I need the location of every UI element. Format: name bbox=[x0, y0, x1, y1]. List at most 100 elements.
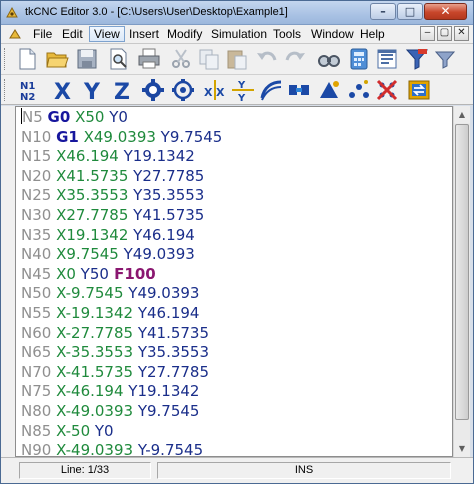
code-token: N30 bbox=[21, 206, 57, 224]
code-line[interactable]: N25 X35.3553 Y35.3553 bbox=[21, 186, 204, 205]
code-token: X50 bbox=[70, 108, 105, 126]
mirror-y-icon[interactable]: YY bbox=[231, 78, 255, 102]
code-line[interactable]: N65 X-35.3553 Y35.3553 bbox=[21, 343, 209, 362]
gear-outline-icon[interactable] bbox=[171, 78, 195, 102]
code-line[interactable]: N30 X27.7785 Y41.5735 bbox=[21, 206, 204, 225]
code-token: N40 bbox=[21, 245, 57, 264]
scroll-up-icon[interactable]: ▲ bbox=[454, 106, 470, 123]
code-token: Y19.1342 bbox=[118, 147, 195, 166]
code-token: Y49.0393 bbox=[118, 245, 195, 264]
redo-icon[interactable] bbox=[283, 47, 307, 71]
minimize-button[interactable]: – bbox=[370, 3, 396, 20]
code-line[interactable]: N20 X41.5735 Y27.7785 bbox=[21, 167, 204, 186]
app-window: tkCNC Editor 3.0 - [C:\Users\User\Deskto… bbox=[0, 0, 474, 484]
code-token: Y41.5735 bbox=[133, 323, 210, 342]
code-token: Y9.7545 bbox=[155, 127, 223, 146]
code-token: N35 bbox=[21, 225, 57, 244]
print-preview-icon[interactable] bbox=[107, 47, 131, 71]
print-icon[interactable] bbox=[137, 47, 161, 71]
filter-icon[interactable] bbox=[405, 47, 429, 71]
menu-window[interactable]: Window bbox=[307, 27, 358, 41]
code-line[interactable]: N15 X46.194 Y19.1342 bbox=[21, 147, 195, 166]
code-token: Y19.1342 bbox=[123, 382, 200, 401]
code-line[interactable]: N40 X9.7545 Y49.0393 bbox=[21, 245, 195, 264]
menu-simulation[interactable]: Simulation bbox=[207, 27, 271, 41]
code-token: Y27.7785 bbox=[128, 166, 205, 185]
code-token: X-27.7785 bbox=[56, 323, 134, 342]
copy-icon[interactable] bbox=[197, 47, 221, 71]
maximize-button[interactable]: □ bbox=[397, 3, 423, 20]
code-line[interactable]: N35 X19.1342 Y46.194 bbox=[21, 226, 195, 245]
properties-icon[interactable] bbox=[375, 47, 399, 71]
new-file-icon[interactable] bbox=[15, 47, 39, 71]
n2-label: N2 bbox=[20, 92, 35, 102]
code-line[interactable]: N80 X-49.0393 Y9.7545 bbox=[21, 402, 199, 421]
code-line[interactable]: N10 G1 X49.0393 Y9.7545 bbox=[21, 128, 222, 147]
code-line[interactable]: N85 X-50 Y0 bbox=[21, 422, 114, 441]
vertical-scrollbar[interactable]: ▲ ▼ bbox=[453, 106, 470, 457]
code-token: N55 bbox=[21, 304, 57, 322]
gear-icon[interactable] bbox=[141, 78, 165, 102]
mdi-close-button[interactable]: ✕ bbox=[454, 26, 469, 41]
scroll-thumb[interactable] bbox=[455, 124, 469, 420]
renumber-button[interactable]: N1 N2 bbox=[17, 78, 43, 102]
menu-view[interactable]: View bbox=[89, 26, 125, 42]
x-label: X bbox=[54, 80, 71, 102]
mdi-minimize-button[interactable]: – bbox=[420, 26, 435, 41]
code-line[interactable]: N90 X-49.0393 Y-9.7545 bbox=[21, 441, 203, 456]
minimize-icon: – bbox=[380, 5, 386, 18]
z-axis-button[interactable]: Z bbox=[111, 78, 135, 102]
code-token: X-49.0393 bbox=[56, 402, 134, 420]
code-token: N60 bbox=[21, 323, 57, 342]
menu-file[interactable]: File bbox=[29, 27, 56, 41]
swap-icon[interactable] bbox=[407, 78, 431, 102]
code-token: N50 bbox=[21, 284, 57, 303]
title-bar[interactable]: tkCNC Editor 3.0 - [C:\Users\User\Deskto… bbox=[1, 1, 473, 25]
code-token: N85 bbox=[21, 421, 57, 440]
arc-icon[interactable] bbox=[259, 78, 283, 102]
mdi-restore-button[interactable]: ▢ bbox=[437, 26, 452, 41]
code-line[interactable]: N60 X-27.7785 Y41.5735 bbox=[21, 324, 209, 343]
close-button[interactable]: ✕ bbox=[424, 3, 467, 20]
menu-help[interactable]: Help bbox=[356, 27, 389, 41]
open-folder-icon[interactable] bbox=[45, 47, 69, 71]
document-menu-icon[interactable] bbox=[9, 28, 22, 40]
calculator-icon[interactable] bbox=[347, 47, 371, 71]
paste-icon[interactable] bbox=[225, 47, 249, 71]
tool-path-icon[interactable] bbox=[317, 78, 341, 102]
menu-edit[interactable]: Edit bbox=[58, 27, 87, 41]
code-line[interactable]: N75 X-46.194 Y19.1342 bbox=[21, 382, 199, 401]
cut-icon[interactable] bbox=[169, 47, 193, 71]
toolbar-grip[interactable] bbox=[4, 48, 8, 70]
code-line[interactable]: N70 X-41.5735 Y27.7785 bbox=[21, 363, 209, 382]
n1-label: N1 bbox=[20, 81, 35, 92]
app-icon bbox=[6, 6, 18, 18]
code-token: N75 bbox=[21, 382, 57, 401]
code-token: Y0 bbox=[104, 108, 128, 126]
code-token: X41.5735 bbox=[56, 166, 129, 185]
filter-settings-icon[interactable] bbox=[433, 47, 457, 71]
code-editor[interactable]: N5 G0 X50 Y0 N10 G1 X49.0393 Y9.7545 N15 X… bbox=[15, 106, 453, 457]
code-line[interactable]: N55 X-19.1342 Y46.194 bbox=[21, 304, 199, 323]
undo-icon[interactable] bbox=[255, 47, 279, 71]
y-axis-button[interactable]: Y bbox=[81, 78, 105, 102]
menu-modify[interactable]: Modify bbox=[163, 27, 206, 41]
menu-insert[interactable]: Insert bbox=[125, 27, 163, 41]
code-token: Y35.3553 bbox=[128, 186, 205, 205]
delete-points-icon[interactable] bbox=[375, 78, 399, 102]
scroll-down-icon[interactable]: ▼ bbox=[454, 440, 470, 457]
code-line[interactable]: N45 X0 Y50 F100 bbox=[21, 265, 156, 284]
connect-icon[interactable] bbox=[287, 78, 311, 102]
code-line[interactable]: N50 X-9.7545 Y49.0393 bbox=[21, 284, 199, 303]
points-icon[interactable] bbox=[347, 78, 371, 102]
find-icon[interactable] bbox=[317, 47, 341, 71]
code-token: G1 bbox=[56, 127, 79, 146]
code-token: Y35.3553 bbox=[133, 343, 210, 362]
menu-tools[interactable]: Tools bbox=[269, 27, 305, 41]
x-axis-button[interactable]: X bbox=[51, 78, 75, 102]
code-line[interactable]: N5 G0 X50 Y0 bbox=[21, 108, 128, 127]
save-icon[interactable] bbox=[75, 47, 99, 71]
code-token: Y46.194 bbox=[133, 304, 200, 322]
toolbar-grip[interactable] bbox=[4, 79, 8, 101]
mirror-x-icon[interactable]: XX bbox=[203, 78, 227, 102]
